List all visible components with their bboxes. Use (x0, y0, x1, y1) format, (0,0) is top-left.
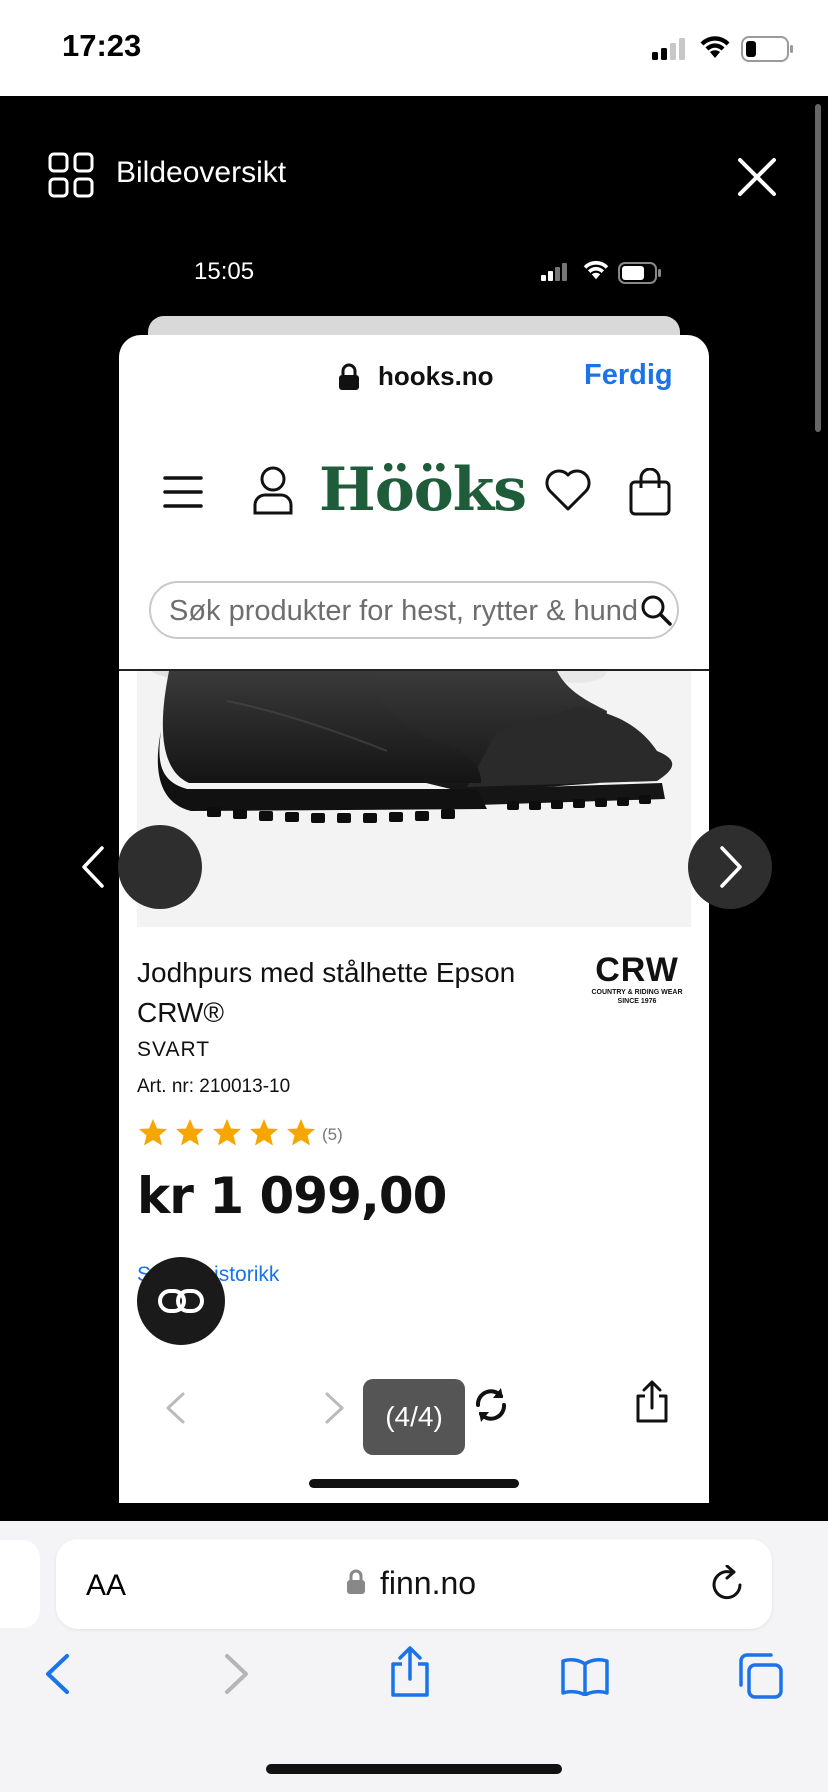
forward-icon[interactable] (222, 1652, 252, 1696)
product-color: SVART (137, 1038, 211, 1061)
chat-link-icon (158, 1289, 204, 1313)
star-icon (213, 1119, 241, 1146)
cellular-signal-icon (652, 38, 685, 60)
inner-status-time: 15:05 (194, 258, 255, 285)
brand-logo[interactable]: CRW COUNTRY & RIDING WEAR SINCE 1976 (587, 952, 687, 1006)
inner-browser-host: hooks.no (378, 361, 494, 391)
inner-reload-icon[interactable] (471, 1385, 511, 1425)
lock-icon (339, 363, 359, 390)
scrollbar[interactable] (815, 104, 821, 432)
search-icon[interactable] (639, 593, 673, 627)
previous-tab-peek[interactable] (0, 1540, 40, 1628)
tabs-icon[interactable] (736, 1652, 784, 1700)
address-host[interactable]: finn.no (380, 1565, 476, 1602)
chevron-right-icon (720, 846, 742, 888)
product-article-number: Art. nr: 210013-10 (137, 1076, 291, 1097)
site-search-input[interactable] (169, 591, 639, 631)
home-indicator (266, 1764, 562, 1774)
boots-image (150, 671, 673, 823)
back-icon[interactable] (42, 1652, 72, 1696)
star-icon (250, 1119, 278, 1146)
previous-image-button[interactable] (66, 825, 202, 909)
chat-button[interactable] (137, 1257, 225, 1345)
battery-icon (741, 36, 793, 62)
user-icon[interactable] (252, 465, 294, 515)
inner-home-indicator (309, 1479, 519, 1488)
inner-cellular-signal-icon (541, 263, 567, 281)
brand-name: CRW (595, 951, 679, 989)
status-time: 17:23 (62, 28, 142, 63)
done-button[interactable]: Ferdig (584, 359, 673, 392)
reload-icon[interactable] (710, 1565, 746, 1603)
site-search-bar[interactable] (149, 581, 679, 639)
site-logo[interactable]: Hööks (319, 455, 527, 525)
inner-back-icon[interactable] (163, 1391, 187, 1425)
status-bar: 17:23 (0, 0, 828, 96)
shopping-bag-icon[interactable] (629, 468, 671, 516)
product-title: Jodhpurs med stålhette Epson CRW® (137, 957, 516, 1028)
address-lock-icon (347, 1569, 365, 1594)
image-overview-title[interactable]: Bildeoversikt (116, 156, 286, 190)
chevron-left-icon (82, 846, 104, 888)
inner-battery-icon (618, 262, 661, 284)
inner-share-icon[interactable] (634, 1380, 670, 1424)
bookmarks-icon[interactable] (560, 1656, 610, 1696)
star-icon (139, 1119, 167, 1146)
text-size-button[interactable]: AA (86, 1569, 126, 1603)
heart-icon[interactable] (544, 468, 592, 512)
menu-icon[interactable] (163, 475, 203, 509)
review-count[interactable]: (5) (322, 1125, 343, 1145)
wifi-icon (700, 36, 730, 58)
previous-disc (118, 825, 202, 909)
brand-tagline: COUNTRY & RIDING WEAR SINCE 1976 (591, 989, 683, 1005)
product-price: kr 1 099,00 (137, 1167, 447, 1225)
product-image[interactable] (137, 671, 691, 927)
rating-stars[interactable] (137, 1117, 319, 1154)
screenshot-sheet: hooks.no Ferdig Hööks Søk produkter for … (119, 335, 709, 1503)
inner-forward-icon[interactable] (323, 1391, 347, 1425)
image-overview-grid-icon[interactable] (48, 152, 94, 198)
star-icon (176, 1119, 204, 1146)
close-icon[interactable] (736, 156, 778, 198)
address-bar[interactable]: AA finn.no (56, 1539, 772, 1629)
next-image-button[interactable] (688, 825, 772, 909)
image-counter: (4/4) (363, 1379, 465, 1455)
star-icon (287, 1119, 315, 1146)
share-icon[interactable] (388, 1646, 432, 1698)
inner-wifi-icon (583, 260, 609, 280)
